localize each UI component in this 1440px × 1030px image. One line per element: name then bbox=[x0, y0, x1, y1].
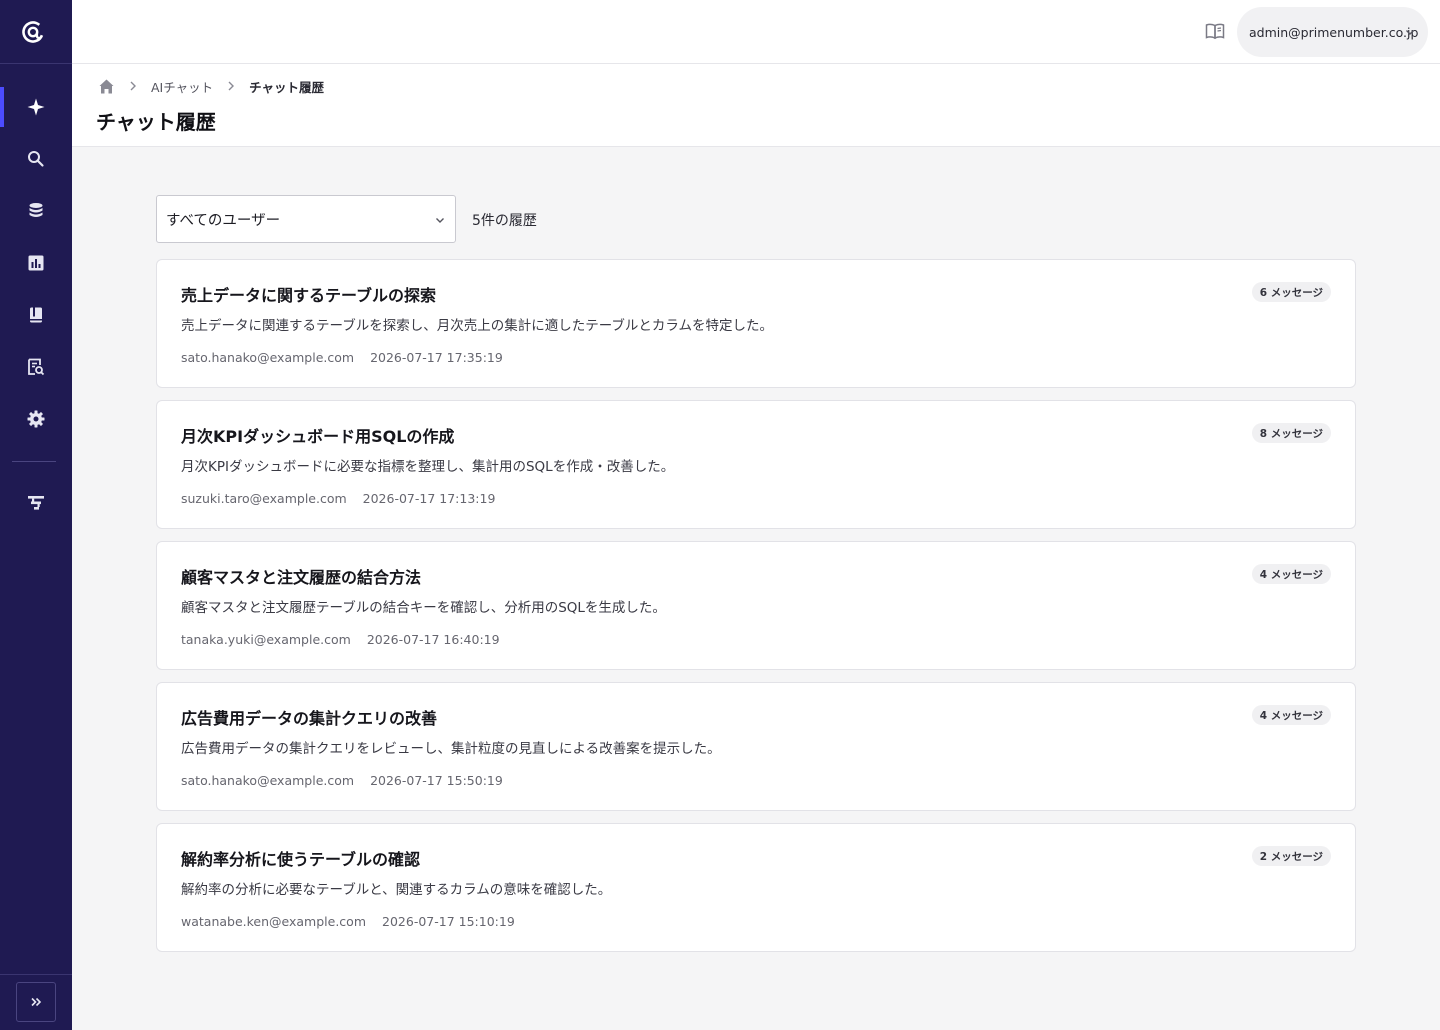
card-user: watanabe.ken@example.com bbox=[181, 914, 367, 929]
message-count-badge: 4 メッセージ bbox=[1251, 705, 1331, 725]
card-meta: watanabe.ken@example.com 2026-07-17 15:1… bbox=[181, 914, 515, 929]
document-search-icon bbox=[28, 358, 45, 376]
book-icon bbox=[30, 307, 42, 323]
message-count-badge: 4 メッセージ bbox=[1251, 564, 1331, 584]
history-count: 5件の履歴 bbox=[472, 213, 537, 229]
sidebar-separator bbox=[12, 461, 56, 462]
sidebar-item-database[interactable] bbox=[0, 191, 72, 231]
card-meta: sato.hanako@example.com 2026-07-17 17:35… bbox=[181, 350, 503, 365]
gear-icon bbox=[27, 410, 45, 428]
chevron-down-icon bbox=[1406, 30, 1414, 35]
card-user: sato.hanako@example.com bbox=[181, 773, 355, 788]
breadcrumb-ai-chat-link[interactable]: AIチャット bbox=[151, 77, 213, 96]
expand-sidebar-button[interactable] bbox=[16, 982, 56, 1022]
chat-history-card[interactable]: 月次KPIダッシュボード用SQLの作成 月次KPIダッシュボードに必要な指標を整… bbox=[156, 400, 1356, 529]
card-meta: suzuki.taro@example.com 2026-07-17 17:13… bbox=[181, 491, 495, 506]
card-meta: sato.hanako@example.com 2026-07-17 15:50… bbox=[181, 773, 503, 788]
sidebar-item-pipeline[interactable] bbox=[0, 483, 72, 523]
sidebar bbox=[0, 0, 72, 1030]
user-filter-select[interactable]: すべてのユーザー bbox=[156, 195, 456, 243]
card-title: 解約率分析に使うテーブルの確認 bbox=[181, 850, 421, 869]
chat-history-card[interactable]: 広告費用データの集計クエリの改善 広告費用データの集計クエリをレビューし、集計粒… bbox=[156, 682, 1356, 811]
card-summary: 顧客マスタと注文履歴テーブルの結合キーを確認し、分析用のSQLを生成した。 bbox=[181, 600, 666, 616]
user-filter-value: すべてのユーザー bbox=[166, 212, 281, 229]
chevron-right-icon bbox=[228, 81, 235, 91]
page-header: AIチャット チャット履歴 チャット履歴 bbox=[72, 64, 1440, 147]
sidebar-item-query-history[interactable] bbox=[0, 347, 72, 387]
chat-history-card[interactable]: 売上データに関するテーブルの探索 売上データに関連するテーブルを探索し、月次売上… bbox=[156, 259, 1356, 388]
documentation-icon[interactable] bbox=[1204, 20, 1226, 42]
sidebar-item-search[interactable] bbox=[0, 139, 72, 179]
card-summary: 広告費用データの集計クエリをレビューし、集計粒度の見直しによる改善案を提示した。 bbox=[181, 741, 721, 757]
message-count-badge: 6 メッセージ bbox=[1251, 282, 1331, 302]
chevron-right-icon bbox=[130, 81, 136, 91]
card-user: suzuki.taro@example.com bbox=[181, 491, 347, 506]
card-timestamp: 2026-07-17 17:35:19 bbox=[370, 350, 503, 365]
card-title: 月次KPIダッシュボード用SQLの作成 bbox=[181, 427, 455, 446]
card-user: tanaka.yuki@example.com bbox=[181, 632, 351, 647]
sidebar-divider bbox=[0, 63, 72, 64]
double-chevron-right-icon bbox=[31, 997, 42, 1007]
home-icon[interactable] bbox=[98, 78, 115, 95]
message-count-badge: 2 メッセージ bbox=[1251, 846, 1331, 866]
card-summary: 解約率の分析に必要なテーブルと、関連するカラムの意味を確認した。 bbox=[181, 882, 612, 898]
database-icon bbox=[29, 203, 43, 217]
app-logo-icon[interactable] bbox=[20, 19, 46, 45]
chevron-down-icon bbox=[436, 218, 444, 223]
sidebar-item-ai-chat[interactable] bbox=[0, 87, 72, 127]
card-timestamp: 2026-07-17 15:50:19 bbox=[370, 773, 503, 788]
page-title: チャット履歴 bbox=[96, 110, 216, 134]
breadcrumb: AIチャット チャット履歴 bbox=[98, 76, 324, 96]
search-icon bbox=[28, 151, 44, 167]
sidebar-item-catalog[interactable] bbox=[0, 295, 72, 335]
breadcrumb-current: チャット履歴 bbox=[249, 79, 325, 95]
pipeline-icon bbox=[28, 496, 44, 510]
card-title: 広告費用データの集計クエリの改善 bbox=[181, 709, 438, 728]
card-title: 売上データに関するテーブルの探索 bbox=[181, 286, 437, 305]
sidebar-item-dashboard[interactable] bbox=[0, 243, 72, 283]
card-summary: 月次KPIダッシュボードに必要な指標を整理し、集計用のSQLを作成・改善した。 bbox=[181, 459, 675, 475]
sidebar-divider bbox=[0, 974, 72, 975]
sidebar-item-settings[interactable] bbox=[0, 399, 72, 439]
chart-icon bbox=[28, 255, 44, 271]
sparkle-icon bbox=[27, 98, 45, 116]
card-summary: 売上データに関連するテーブルを探索し、月次売上の集計に適したテーブルとカラムを特… bbox=[181, 318, 773, 334]
card-timestamp: 2026-07-17 16:40:19 bbox=[366, 632, 500, 647]
card-timestamp: 2026-07-17 17:13:19 bbox=[362, 491, 496, 506]
chat-history-card[interactable]: 解約率分析に使うテーブルの確認 解約率の分析に必要なテーブルと、関連するカラムの… bbox=[156, 823, 1356, 952]
top-bar: admin@primenumber.co.jp bbox=[72, 0, 1440, 64]
card-timestamp: 2026-07-17 15:10:19 bbox=[382, 914, 515, 929]
card-title: 顧客マスタと注文履歴の結合方法 bbox=[181, 568, 422, 587]
card-user: sato.hanako@example.com bbox=[181, 350, 355, 365]
account-menu-button[interactable]: admin@primenumber.co.jp bbox=[1237, 7, 1428, 57]
chat-history-card[interactable]: 顧客マスタと注文履歴の結合方法 顧客マスタと注文履歴テーブルの結合キーを確認し、… bbox=[156, 541, 1356, 670]
message-count-badge: 8 メッセージ bbox=[1251, 423, 1331, 443]
card-meta: tanaka.yuki@example.com 2026-07-17 16:40… bbox=[181, 632, 500, 647]
account-email: admin@primenumber.co.jp bbox=[1249, 24, 1419, 40]
